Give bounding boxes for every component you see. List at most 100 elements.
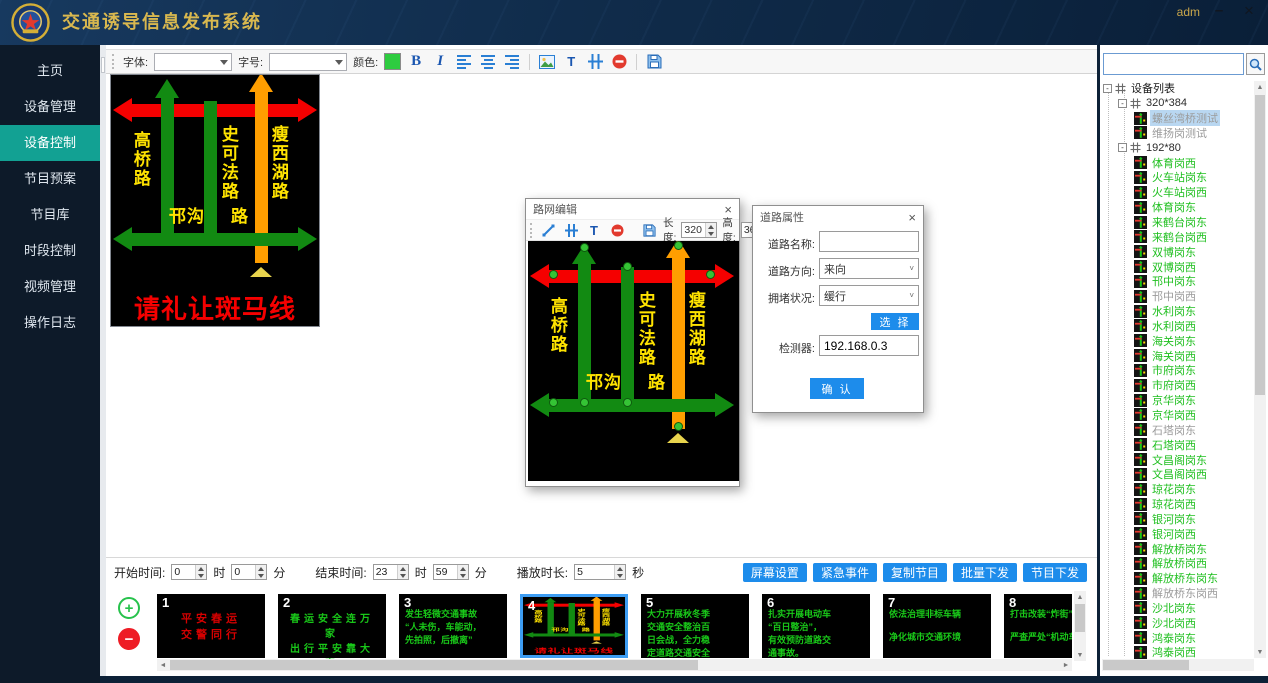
device-group-320*384[interactable]: -320*384	[1102, 96, 1254, 111]
color-swatch[interactable]	[384, 53, 401, 70]
draw-line-button[interactable]	[539, 221, 557, 239]
device-item[interactable]: 水利岗东	[1102, 304, 1254, 319]
road-network-button[interactable]	[562, 221, 580, 239]
device-item[interactable]: 解放桥东岗西	[1102, 586, 1254, 601]
device-item[interactable]: 京华岗西	[1102, 408, 1254, 423]
device-item[interactable]: 解放桥岗西	[1102, 556, 1254, 571]
tree-collapse-icon[interactable]: -	[1103, 84, 1112, 93]
sidebar-item-6[interactable]: 时段控制	[0, 233, 100, 269]
strip-vscrollbar-thumb[interactable]	[1075, 604, 1085, 632]
stepper-up-icon[interactable]	[256, 565, 266, 572]
strip-hscrollbar-thumb[interactable]	[170, 660, 698, 670]
stepper-up-icon[interactable]	[196, 565, 206, 572]
insert-text-button[interactable]: T	[562, 53, 580, 71]
device-item[interactable]: 维扬岗测试	[1102, 126, 1254, 141]
select-detector-button[interactable]: 选 择	[871, 313, 919, 330]
end-minute-stepper[interactable]: 59	[433, 564, 469, 580]
device-item[interactable]: 琼花岗东	[1102, 482, 1254, 497]
search-button[interactable]	[1246, 53, 1265, 75]
device-item[interactable]: 解放桥东岗东	[1102, 571, 1254, 586]
device-item[interactable]: 京华岗东	[1102, 393, 1254, 408]
playback-action-button-5[interactable]: 节目下发	[1023, 563, 1087, 582]
program-thumbnail-2[interactable]: 2春运安全连万家 出行平安靠大家	[278, 594, 386, 658]
device-item[interactable]: 鸿泰岗西	[1102, 645, 1254, 660]
device-item[interactable]: 海关岗西	[1102, 348, 1254, 363]
road-network-button[interactable]	[586, 53, 604, 71]
start-minute-stepper[interactable]: 0	[231, 564, 267, 580]
length-stepper[interactable]: 320	[681, 222, 717, 238]
strip-horizontal-scrollbar[interactable]: ◄ ►	[157, 659, 1072, 671]
tree-collapse-icon[interactable]: -	[1118, 143, 1127, 152]
program-preview-panel[interactable]: 高桥路史可法路瘦西湖路邗沟路请礼让斑马线	[110, 74, 320, 327]
device-item[interactable]: 石塔岗西	[1102, 437, 1254, 452]
tree-hscrollbar-thumb[interactable]	[1103, 660, 1189, 670]
close-icon[interactable]: ×	[908, 211, 916, 224]
stepper-up-icon[interactable]	[615, 565, 625, 572]
edit-handle[interactable]	[706, 270, 715, 279]
playback-action-button-2[interactable]: 紧急事件	[813, 563, 877, 582]
start-hour-stepper[interactable]: 0	[171, 564, 207, 580]
device-item[interactable]: 海关岗东	[1102, 333, 1254, 348]
duration-stepper[interactable]: 5	[574, 564, 626, 580]
road-direction-select[interactable]: 来向 ˅	[819, 258, 919, 279]
device-item[interactable]: 双博岗东	[1102, 244, 1254, 259]
device-item[interactable]: 来鹤台岗西	[1102, 229, 1254, 244]
device-item[interactable]: 市府岗东	[1102, 363, 1254, 378]
delete-button[interactable]	[610, 53, 628, 71]
sidebar-item-1[interactable]: 主页	[0, 53, 100, 89]
scroll-left-icon[interactable]: ◄	[157, 659, 169, 671]
sidebar-item-2[interactable]: 设备管理	[0, 89, 100, 125]
edit-handle[interactable]	[623, 398, 632, 407]
tree-horizontal-scrollbar[interactable]	[1102, 659, 1254, 671]
insert-text-button[interactable]: T	[585, 221, 603, 239]
save-button[interactable]	[645, 53, 663, 71]
stepper-down-icon[interactable]	[615, 572, 625, 579]
program-thumbnail-5[interactable]: 5大力开展秋冬季 交通安全整治百 日会战，全力稳 定道路交通安全 形势！	[641, 594, 749, 658]
stepper-up-icon[interactable]	[706, 223, 716, 230]
save-button[interactable]	[640, 221, 658, 239]
device-item[interactable]: 沙北岗西	[1102, 615, 1254, 630]
stepper-down-icon[interactable]	[196, 572, 206, 579]
delete-button[interactable]	[608, 221, 626, 239]
align-left-button[interactable]	[455, 53, 473, 71]
scroll-down-icon[interactable]: ▼	[1254, 646, 1266, 658]
road-editor-titlebar[interactable]: 路网编辑 ×	[526, 199, 739, 219]
device-item[interactable]: 解放桥岗东	[1102, 541, 1254, 556]
scroll-up-icon[interactable]: ▲	[1254, 81, 1266, 93]
device-item[interactable]: 沙北岗东	[1102, 601, 1254, 616]
font-size-select[interactable]	[269, 53, 347, 71]
road-properties-titlebar[interactable]: 道路属性 ×	[753, 206, 923, 228]
stepper-down-icon[interactable]	[256, 572, 266, 579]
close-button[interactable]: ×	[1238, 0, 1260, 24]
insert-image-button[interactable]	[538, 53, 556, 71]
device-item[interactable]: 石塔岗东	[1102, 422, 1254, 437]
main-left-scrollbar-thumb[interactable]	[101, 57, 105, 73]
bold-button[interactable]: B	[407, 53, 425, 71]
add-program-button[interactable]: +	[118, 597, 140, 619]
stepper-down-icon[interactable]	[706, 230, 716, 237]
program-thumbnail-3[interactable]: 3发生轻微交通事故 “人未伤，车能动， 先拍照，后撤离”	[399, 594, 507, 658]
close-icon[interactable]: ×	[724, 203, 732, 216]
program-thumbnail-4[interactable]: 4高桥路史可法路瘦西湖路邗沟路请礼让斑马线	[520, 594, 628, 658]
edit-handle[interactable]	[549, 270, 558, 279]
device-item[interactable]: 水利岗西	[1102, 319, 1254, 334]
device-item[interactable]: 琼花岗西	[1102, 497, 1254, 512]
strip-vertical-scrollbar[interactable]: ▲ ▼	[1074, 591, 1086, 661]
align-center-button[interactable]	[479, 53, 497, 71]
detector-input[interactable]	[819, 335, 919, 356]
device-item[interactable]: 螺丝湾桥测试	[1102, 111, 1254, 126]
font-family-select[interactable]	[154, 53, 232, 71]
device-item[interactable]: 体育岗西	[1102, 155, 1254, 170]
sidebar-item-8[interactable]: 操作日志	[0, 305, 100, 341]
remove-program-button[interactable]: −	[118, 628, 140, 650]
device-item[interactable]: 双博岗西	[1102, 259, 1254, 274]
sidebar-item-3[interactable]: 设备控制	[0, 125, 100, 161]
device-tree-root[interactable]: -设备列表	[1102, 81, 1254, 96]
device-item[interactable]: 火车站岗西	[1102, 185, 1254, 200]
playback-action-button-1[interactable]: 屏幕设置	[743, 563, 807, 582]
playback-action-button-3[interactable]: 复制节目	[883, 563, 947, 582]
edit-handle[interactable]	[580, 243, 589, 252]
program-thumbnail-1[interactable]: 1平安春运 交警同行	[157, 594, 265, 658]
confirm-button[interactable]: 确 认	[810, 378, 864, 399]
device-search-input[interactable]	[1103, 53, 1244, 75]
